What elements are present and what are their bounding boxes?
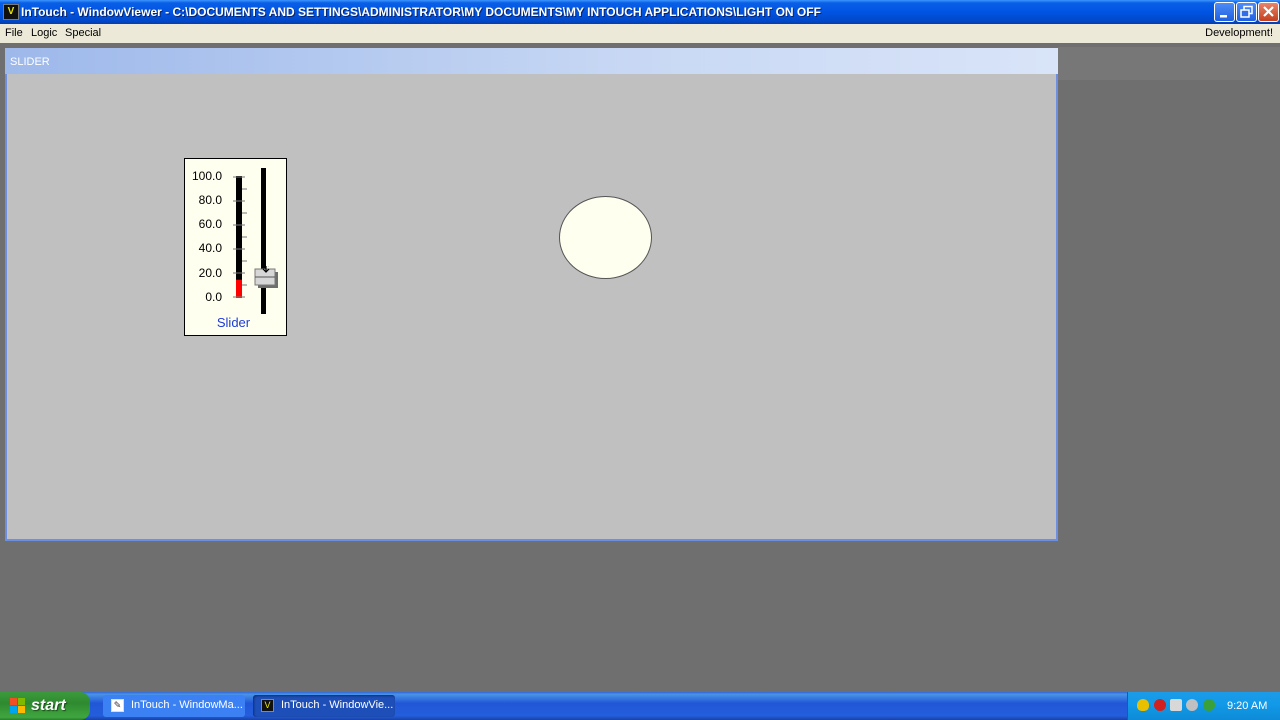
close-icon: [1263, 6, 1274, 17]
intouch-app-icon[interactable]: V: [3, 4, 19, 20]
menu-development[interactable]: Development!: [1205, 27, 1273, 39]
clock[interactable]: 9:20 AM: [1227, 700, 1267, 712]
scale-label: 80.0: [198, 193, 222, 207]
scale-label: 20.0: [198, 266, 222, 280]
window-titlebar[interactable]: V InTouch - WindowViewer - C:\DOCUMENTS …: [0, 0, 1280, 24]
taskbar: start ✎ InTouch - WindowMa... V InTouch …: [0, 692, 1280, 720]
slider-window-title: SLIDER: [10, 56, 50, 68]
window-title: InTouch - WindowViewer - C:\DOCUMENTS AN…: [21, 5, 821, 19]
slider-handle-icon: [254, 262, 278, 288]
update-icon[interactable]: [1203, 699, 1215, 711]
security-shield-icon[interactable]: [1137, 699, 1149, 711]
slider-caption: Slider: [216, 315, 251, 330]
light-indicator: [559, 196, 652, 279]
slider-graphic: [233, 168, 266, 314]
system-tray: 9:20 AM: [1127, 692, 1280, 720]
slider-widget: 100.0 80.0 60.0 40.0 20.0 0.0 Slider: [184, 158, 287, 336]
menu-special[interactable]: Special: [65, 27, 101, 39]
windowviewer-icon: V: [261, 699, 274, 712]
antivirus-icon[interactable]: [1154, 699, 1166, 711]
taskbar-item-label: InTouch - WindowMa...: [131, 699, 243, 711]
slider-window-body: 100.0 80.0 60.0 40.0 20.0 0.0 Slider: [7, 74, 1056, 539]
slider-track: [261, 168, 266, 314]
slider-handle[interactable]: [252, 262, 282, 290]
restore-icon: [1240, 5, 1253, 18]
level-bar-fill: [236, 279, 242, 298]
minimize-button[interactable]: [1214, 2, 1235, 22]
start-button[interactable]: start: [0, 692, 90, 720]
taskbar-item-windowmaker[interactable]: ✎ InTouch - WindowMa...: [103, 695, 245, 717]
scale-label: 100.0: [191, 169, 222, 183]
slider-window-titlebar[interactable]: SLIDER: [5, 48, 1058, 74]
taskbar-item-label: InTouch - WindowVie...: [281, 699, 394, 711]
restore-button[interactable]: [1236, 2, 1257, 22]
volume-icon[interactable]: [1186, 699, 1198, 711]
network-icon[interactable]: [1170, 699, 1182, 711]
scale-label: 40.0: [198, 241, 222, 255]
close-button[interactable]: [1258, 2, 1279, 22]
scale-label: 0.0: [205, 290, 222, 304]
menu-logic[interactable]: Logic: [31, 27, 57, 39]
taskbar-item-windowviewer[interactable]: V InTouch - WindowVie...: [253, 695, 395, 717]
menu-bar: File Logic Special Development!: [0, 24, 1280, 43]
menu-file[interactable]: File: [5, 27, 23, 39]
slider-window: SLIDER 100.0 80.0 60.0 40.0 20.0 0.0 Sli…: [5, 48, 1058, 541]
start-label: start: [31, 697, 66, 714]
windowmaker-icon: ✎: [111, 699, 124, 712]
windows-logo-icon: [10, 698, 26, 714]
minimize-icon: [1220, 15, 1227, 18]
workspace-strip: [1058, 47, 1280, 80]
scale-label: 60.0: [198, 217, 222, 231]
workspace: SLIDER 100.0 80.0 60.0 40.0 20.0 0.0 Sli…: [0, 43, 1280, 692]
